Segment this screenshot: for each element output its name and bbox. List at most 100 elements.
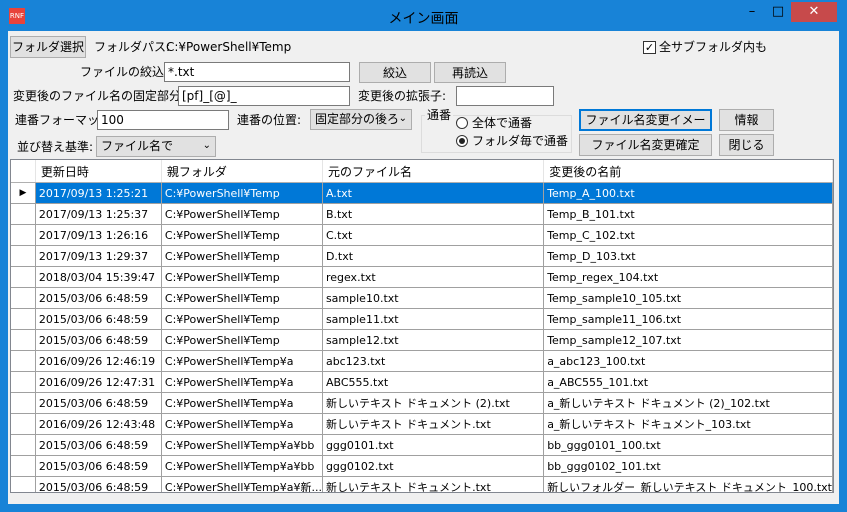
cell-original-name[interactable]: A.txt xyxy=(322,182,545,204)
cell-modified[interactable]: 2017/09/13 1:29:37 xyxy=(35,245,162,267)
row-header[interactable] xyxy=(11,350,36,372)
cell-new-name[interactable]: Temp_A_100.txt xyxy=(543,182,833,204)
sort-select[interactable]: ファイル名で ⌄ xyxy=(96,136,216,157)
confirm-rename-button[interactable]: ファイル名変更確定 xyxy=(579,134,712,156)
cell-parent-folder[interactable]: C:¥PowerShell¥Temp¥a¥bb xyxy=(161,434,323,456)
cell-new-name[interactable]: bb_ggg0102_101.txt xyxy=(543,455,833,477)
close-button[interactable]: 閉じる xyxy=(719,134,774,156)
cell-original-name[interactable]: ggg0101.txt xyxy=(322,434,545,456)
current-row-arrow-icon[interactable]: ▶ xyxy=(11,182,36,204)
table-row[interactable]: 2017/09/13 1:26:16 C:¥PowerShell¥Temp C.tx… xyxy=(11,224,833,246)
cell-new-name[interactable]: 新しいフォルダー_新しいテキスト ドキュメント_100.txt xyxy=(543,476,833,492)
cell-new-name[interactable]: a_ABC555_101.txt xyxy=(543,371,833,393)
row-header[interactable] xyxy=(11,203,36,225)
cell-original-name[interactable]: sample10.txt xyxy=(322,287,545,309)
table-row[interactable]: 2015/03/06 6:48:59 C:¥PowerShell¥Temp samp… xyxy=(11,308,833,330)
table-row[interactable]: 2015/03/06 6:48:59 C:¥PowerShell¥Temp¥a¥b… xyxy=(11,434,833,456)
minimize-button[interactable]: – xyxy=(739,2,765,22)
maximize-button[interactable]: □ xyxy=(765,2,791,22)
cell-parent-folder[interactable]: C:¥PowerShell¥Temp¥a xyxy=(161,371,323,393)
cell-original-name[interactable]: 新しいテキスト ドキュメント (2).txt xyxy=(322,392,545,414)
table-row[interactable]: 2015/03/06 6:48:59 C:¥PowerShell¥Temp samp… xyxy=(11,287,833,309)
table-row[interactable]: 2016/09/26 12:43:48 C:¥PowerShell¥Temp¥a 新… xyxy=(11,413,833,435)
row-header[interactable] xyxy=(11,371,36,393)
cell-parent-folder[interactable]: C:¥PowerShell¥Temp¥a xyxy=(161,413,323,435)
folder-select-button[interactable]: フォルダ選択 xyxy=(10,36,86,58)
cell-original-name[interactable]: 新しいテキスト ドキュメント.txt xyxy=(322,476,545,492)
row-header[interactable] xyxy=(11,287,36,309)
cell-modified[interactable]: 2017/09/13 1:25:21 xyxy=(35,182,162,204)
reload-button[interactable]: 再読込 xyxy=(434,62,506,83)
title-bar[interactable]: RNF メイン画面 – □ ✕ xyxy=(1,1,846,31)
cell-new-name[interactable]: Temp_sample10_105.txt xyxy=(543,287,833,309)
row-header[interactable] xyxy=(11,329,36,351)
table-row[interactable]: ▶ 2017/09/13 1:25:21 C:¥PowerShell¥Temp A.t… xyxy=(11,182,833,204)
cell-original-name[interactable]: 新しいテキスト ドキュメント.txt xyxy=(322,413,545,435)
cell-modified[interactable]: 2017/09/13 1:25:37 xyxy=(35,203,162,225)
row-header[interactable] xyxy=(11,392,36,414)
cell-modified[interactable]: 2016/09/26 12:47:31 xyxy=(35,371,162,393)
table-row[interactable]: 2018/03/04 15:39:47 C:¥PowerShell¥Temp reg… xyxy=(11,266,833,288)
cell-modified[interactable]: 2015/03/06 6:48:59 xyxy=(35,434,162,456)
cell-original-name[interactable]: abc123.txt xyxy=(322,350,545,372)
file-grid[interactable]: 更新日時 親フォルダ 元のファイル名 変更後の名前 ▶ 2017/09/13 1:… xyxy=(10,159,834,493)
table-row[interactable]: 2017/09/13 1:29:37 C:¥PowerShell¥Temp D.tx… xyxy=(11,245,833,267)
serial-position-select[interactable]: 固定部分の後ろ ⌄ xyxy=(310,109,412,130)
cell-parent-folder[interactable]: C:¥PowerShell¥Temp xyxy=(161,182,323,204)
serial-format-input[interactable]: 100 xyxy=(97,110,229,130)
cell-parent-folder[interactable]: C:¥PowerShell¥Temp¥a¥bb xyxy=(161,455,323,477)
cell-original-name[interactable]: D.txt xyxy=(322,245,545,267)
fixed-part-input[interactable]: [pf]_[@]_ xyxy=(178,86,350,106)
cell-modified[interactable]: 2015/03/06 6:48:59 xyxy=(35,392,162,414)
extension-input[interactable] xyxy=(456,86,554,106)
radio-all-serial[interactable] xyxy=(456,117,468,129)
cell-modified[interactable]: 2015/03/06 6:48:59 xyxy=(35,455,162,477)
table-row[interactable]: 2015/03/06 6:48:59 C:¥PowerShell¥Temp samp… xyxy=(11,329,833,351)
cell-modified[interactable]: 2016/09/26 12:43:48 xyxy=(35,413,162,435)
cell-modified[interactable]: 2015/03/06 6:48:59 xyxy=(35,476,162,492)
filter-button[interactable]: 絞込 xyxy=(359,62,431,83)
cell-parent-folder[interactable]: C:¥PowerShell¥Temp xyxy=(161,266,323,288)
row-header[interactable] xyxy=(11,413,36,435)
info-button[interactable]: 情報 xyxy=(719,109,774,131)
cell-parent-folder[interactable]: C:¥PowerShell¥Temp xyxy=(161,245,323,267)
cell-new-name[interactable]: Temp_regex_104.txt xyxy=(543,266,833,288)
cell-original-name[interactable]: ggg0102.txt xyxy=(322,455,545,477)
cell-parent-folder[interactable]: C:¥PowerShell¥Temp xyxy=(161,203,323,225)
cell-new-name[interactable]: Temp_D_103.txt xyxy=(543,245,833,267)
close-window-button[interactable]: ✕ xyxy=(791,2,837,22)
cell-new-name[interactable]: Temp_B_101.txt xyxy=(543,203,833,225)
column-header-modified[interactable]: 更新日時 xyxy=(35,160,162,183)
cell-new-name[interactable]: bb_ggg0101_100.txt xyxy=(543,434,833,456)
row-header[interactable] xyxy=(11,476,36,492)
cell-new-name[interactable]: a_abc123_100.txt xyxy=(543,350,833,372)
table-row[interactable]: 2017/09/13 1:25:37 C:¥PowerShell¥Temp B.tx… xyxy=(11,203,833,225)
cell-modified[interactable]: 2016/09/26 12:46:19 xyxy=(35,350,162,372)
cell-parent-folder[interactable]: C:¥PowerShell¥Temp¥a xyxy=(161,392,323,414)
cell-new-name[interactable]: a_新しいテキスト ドキュメント_103.txt xyxy=(543,413,833,435)
column-header-original-name[interactable]: 元のファイル名 xyxy=(322,160,545,183)
column-header-parent-folder[interactable]: 親フォルダ xyxy=(161,160,323,183)
column-header-new-name[interactable]: 変更後の名前 xyxy=(543,160,833,183)
row-header[interactable] xyxy=(11,266,36,288)
cell-original-name[interactable]: regex.txt xyxy=(322,266,545,288)
table-row[interactable]: 2016/09/26 12:47:31 C:¥PowerShell¥Temp¥a A… xyxy=(11,371,833,393)
preview-button[interactable]: ファイル名変更イメージ xyxy=(579,109,712,147)
cell-modified[interactable]: 2015/03/06 6:48:59 xyxy=(35,308,162,330)
row-header[interactable] xyxy=(11,455,36,477)
file-filter-input[interactable]: *.txt xyxy=(164,62,350,82)
cell-original-name[interactable]: sample11.txt xyxy=(322,308,545,330)
row-header[interactable] xyxy=(11,224,36,246)
radio-per-folder-serial[interactable] xyxy=(456,135,468,147)
cell-original-name[interactable]: B.txt xyxy=(322,203,545,225)
table-row[interactable]: 2015/03/06 6:48:59 C:¥PowerShell¥Temp¥a¥b… xyxy=(11,455,833,477)
cell-original-name[interactable]: sample12.txt xyxy=(322,329,545,351)
table-row[interactable]: 2016/09/26 12:46:19 C:¥PowerShell¥Temp¥a a… xyxy=(11,350,833,372)
cell-parent-folder[interactable]: C:¥PowerShell¥Temp xyxy=(161,308,323,330)
cell-parent-folder[interactable]: C:¥PowerShell¥Temp xyxy=(161,287,323,309)
row-header[interactable] xyxy=(11,434,36,456)
cell-modified[interactable]: 2018/03/04 15:39:47 xyxy=(35,266,162,288)
cell-modified[interactable]: 2017/09/13 1:26:16 xyxy=(35,224,162,246)
cell-new-name[interactable]: a_新しいテキスト ドキュメント (2)_102.txt xyxy=(543,392,833,414)
cell-new-name[interactable]: Temp_C_102.txt xyxy=(543,224,833,246)
